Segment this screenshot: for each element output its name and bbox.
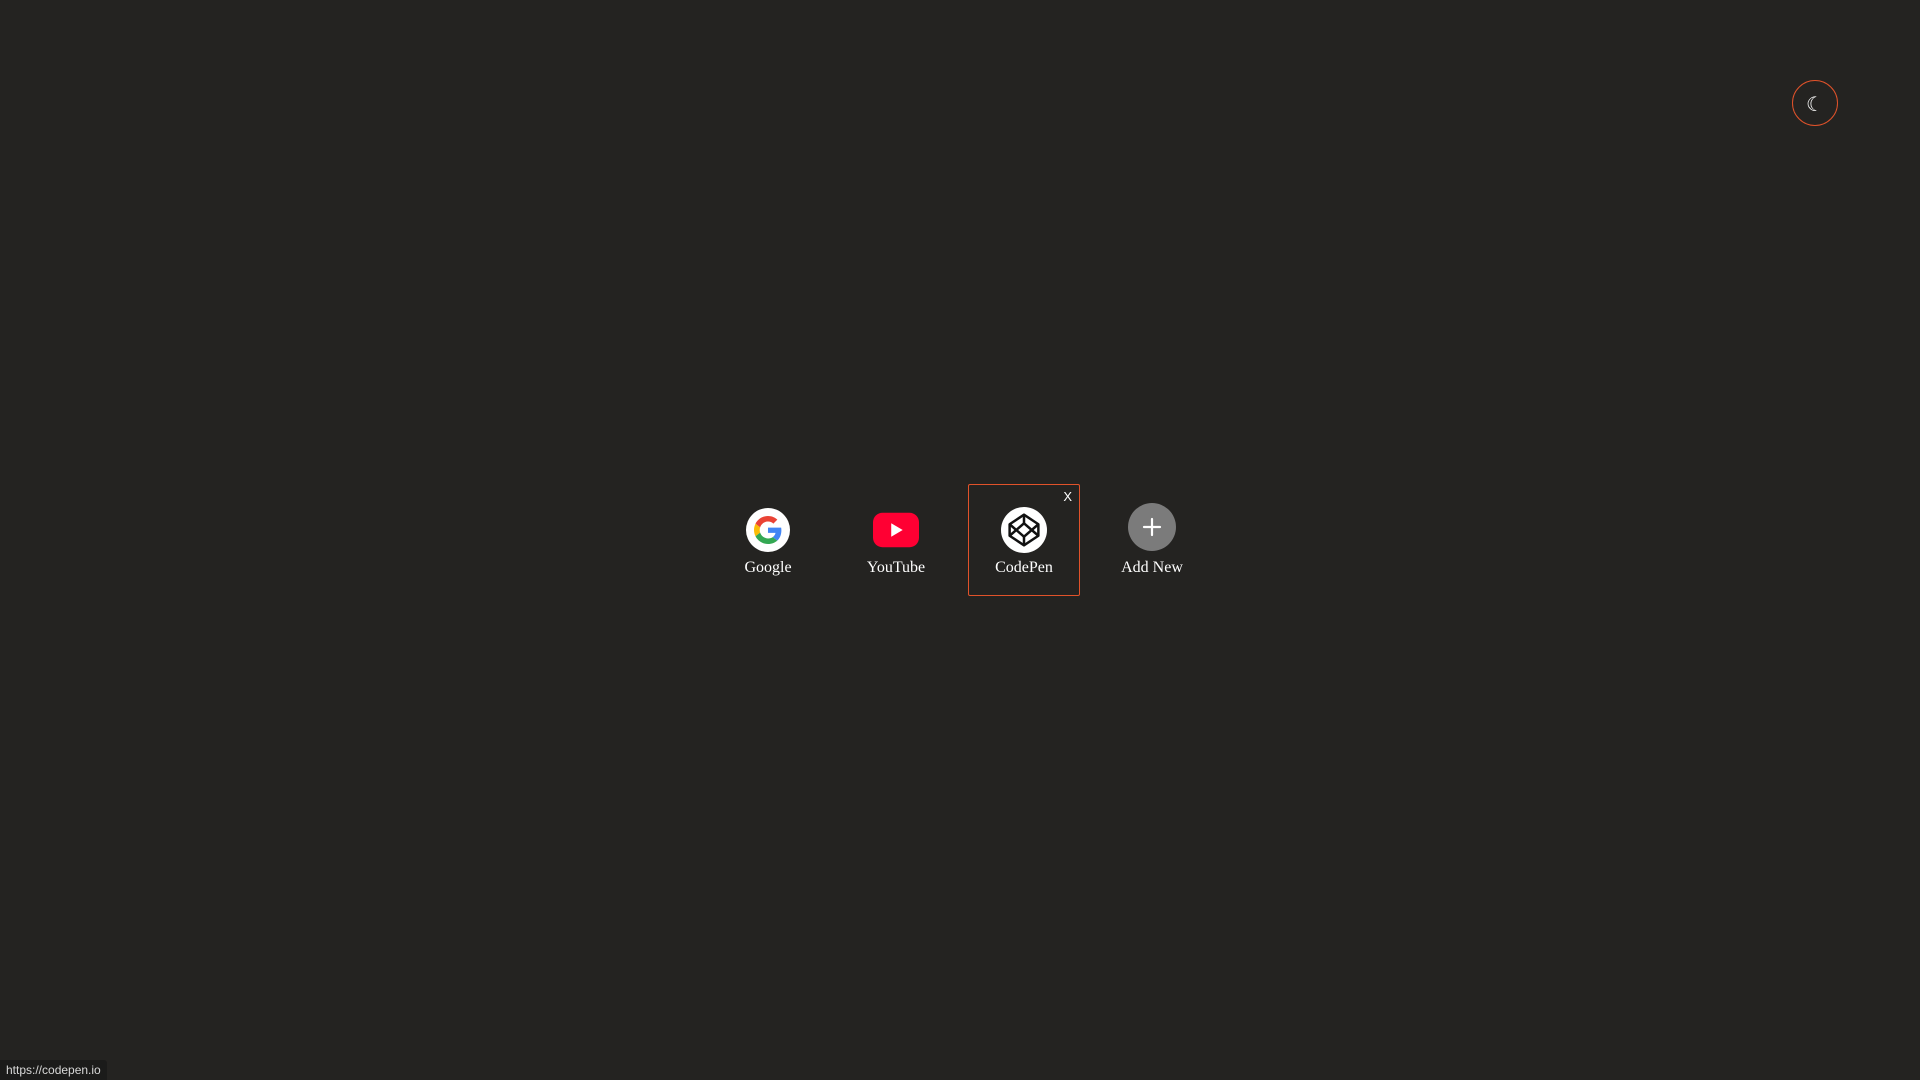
add-new-label: Add New <box>1121 559 1183 576</box>
youtube-icon <box>873 507 919 553</box>
new-tab-page: ☾ Google YouTube X CodePen Add New https… <box>0 0 1920 1080</box>
shortcut-codepen[interactable]: X CodePen <box>968 484 1080 596</box>
plus-icon <box>1128 503 1176 551</box>
codepen-icon <box>1001 507 1047 553</box>
shortcut-label: YouTube <box>866 559 926 576</box>
google-icon <box>745 507 791 553</box>
add-new-shortcut-button[interactable]: Add New <box>1096 484 1208 596</box>
shortcut-google[interactable]: Google <box>712 484 824 596</box>
moon-icon: ☾ <box>1806 92 1824 116</box>
theme-toggle-button[interactable]: ☾ <box>1792 80 1838 126</box>
status-bar-url: https://codepen.io <box>0 1060 107 1080</box>
shortcut-label: CodePen <box>995 559 1053 576</box>
shortcut-label: Google <box>744 559 792 576</box>
remove-shortcut-button[interactable]: X <box>1063 490 1072 504</box>
shortcut-youtube[interactable]: YouTube <box>840 484 952 596</box>
